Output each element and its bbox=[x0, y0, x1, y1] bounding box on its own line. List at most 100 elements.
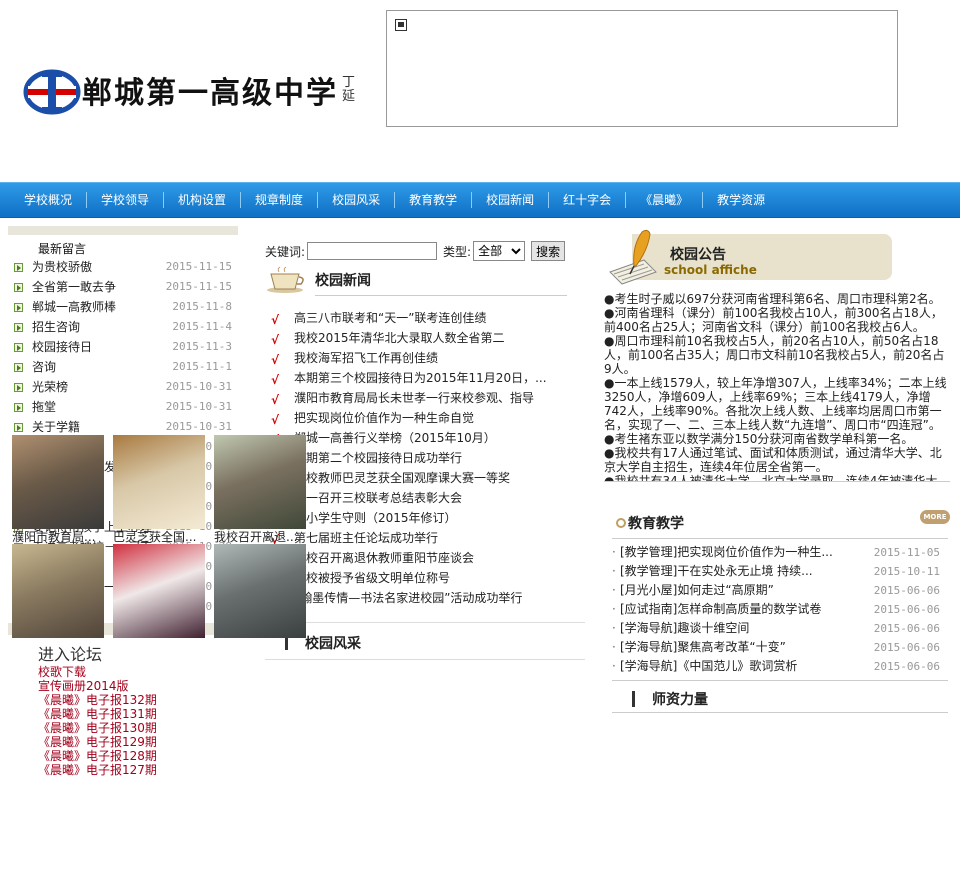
red-check-icon: √ bbox=[271, 393, 280, 407]
tea-cup-icon bbox=[267, 266, 304, 293]
download-link[interactable]: 《晨曦》电子报130期 bbox=[38, 721, 238, 735]
download-link[interactable]: 《晨曦》电子报132期 bbox=[38, 693, 238, 707]
photo-image bbox=[214, 435, 306, 529]
gallery-photo[interactable] bbox=[12, 544, 104, 638]
notice-paragraph: ●考生褚东亚以数学满分150分获河南省数学单科第一名。 bbox=[604, 432, 914, 446]
keyword-label: 关键词: bbox=[265, 244, 306, 259]
news-item[interactable]: √中小学生守则（2015年修订） bbox=[265, 508, 585, 528]
message-item[interactable]: 为贵校骄傲 2015-11-15 bbox=[8, 257, 238, 277]
nav-item[interactable]: 规章制度 bbox=[241, 191, 317, 209]
message-item[interactable]: 郸城一高教师棒 2015-11-8 bbox=[8, 297, 238, 317]
nav-item[interactable]: 教学资源 bbox=[703, 191, 779, 209]
notice-paragraph: ●我校共有17人通过笔试、面试和体质测试，通过清华大学、北京大学自主招生，连续4… bbox=[604, 446, 942, 474]
red-check-icon: √ bbox=[271, 353, 280, 367]
message-item[interactable]: 关于学籍 2015-10-31 bbox=[8, 417, 238, 437]
education-item[interactable]: [学海导航]聚焦高考改革“十变” 2015-06-06 bbox=[612, 638, 948, 657]
download-link[interactable]: 《晨曦》电子报127期 bbox=[38, 763, 238, 777]
photo-image bbox=[12, 544, 104, 638]
banner-flash-placeholder[interactable] bbox=[386, 10, 898, 127]
school-logo[interactable]: 郸城第一高级中学 丁延 bbox=[20, 62, 370, 118]
download-link[interactable]: 《晨曦》电子报129期 bbox=[38, 735, 238, 749]
news-item[interactable]: √ 我校海军招飞工作再创佳绩 bbox=[265, 348, 585, 368]
nav-item[interactable]: 学校领导 bbox=[87, 191, 163, 209]
news-item[interactable]: √我校教师巴灵芝获全国观摩课大赛一等奖 bbox=[265, 468, 585, 488]
news-item[interactable]: √ 本期第三个校园接待日为2015年11月20日，... bbox=[265, 368, 585, 388]
news-title: 本期第二个校园接待日成功举行 bbox=[294, 451, 463, 465]
education-item[interactable]: [学海导航]《中国范儿》歌词赏析 2015-06-06 bbox=[612, 657, 948, 676]
education-item[interactable]: [应试指南]怎样命制高质量的数学试卷 2015-06-06 bbox=[612, 600, 948, 619]
news-item[interactable]: √“翰墨传情—书法名家进校园”活动成功举行 bbox=[265, 588, 585, 608]
nav-item[interactable]: 机构设置 bbox=[164, 191, 240, 209]
photo-caption: 濮阳市教育局... bbox=[12, 530, 96, 544]
message-date: 2015-11-8 bbox=[172, 300, 232, 313]
download-link[interactable]: 《晨曦》电子报128期 bbox=[38, 749, 238, 763]
message-title: 校园接待日 bbox=[32, 340, 93, 354]
more-button[interactable]: MORE bbox=[920, 510, 950, 524]
education-item-date: 2015-06-06 bbox=[873, 641, 940, 654]
news-item[interactable]: √本期第二个校园接待日成功举行 bbox=[265, 448, 585, 468]
education-item[interactable]: [教学管理]把实现岗位价值作为一种生... 2015-11-05 bbox=[612, 543, 948, 562]
nav-item[interactable]: 红十字会 bbox=[549, 191, 625, 209]
news-item[interactable]: √ 濮阳市教育局局长未世孝一行来校参观、指导 bbox=[265, 388, 585, 408]
education-item[interactable]: [教学管理]干在实处永无止境 持续... 2015-10-11 bbox=[612, 562, 948, 581]
gallery-photo[interactable] bbox=[113, 544, 205, 638]
message-item[interactable]: 招生咨询 2015-11-4 bbox=[8, 317, 238, 337]
arrow-bullet-icon bbox=[14, 323, 23, 332]
news-item[interactable]: √ 第七届班主任论坛成功举行 bbox=[265, 528, 585, 548]
news-item[interactable]: √我校被授予省级文明单位称号 bbox=[265, 568, 585, 588]
gallery-photo[interactable]: 濮阳市教育局... bbox=[12, 435, 104, 545]
arrow-bullet-icon bbox=[14, 423, 23, 432]
education-list: [教学管理]把实现岗位价值作为一种生... 2015-11-05 [教学管理]干在实… bbox=[612, 538, 948, 676]
news-title: 把实现岗位价值作为一种生命自觉 bbox=[294, 411, 475, 425]
download-link[interactable]: 《晨曦》电子报131期 bbox=[38, 707, 238, 721]
news-item[interactable]: √我校召开离退休教师重阳节座谈会 bbox=[265, 548, 585, 568]
news-title: 我校2015年清华北大录取人数全省第二 bbox=[294, 331, 505, 345]
news-title: 第七届班主任论坛成功举行 bbox=[294, 531, 439, 545]
education-item-title: [教学管理]干在实处永无止境 持续... bbox=[620, 564, 813, 578]
nav-item[interactable]: 学校概况 bbox=[10, 191, 86, 209]
notice-paragraph: ●周口市理科前10名我校占5人，前20名占10人，前50名占18人，前100名占… bbox=[604, 334, 945, 376]
enter-forum-link[interactable]: 进入论坛 bbox=[8, 635, 238, 665]
nav-item[interactable]: 《晨曦》 bbox=[626, 191, 702, 209]
campus-news-underline bbox=[315, 295, 567, 296]
nav-item[interactable]: 教育教学 bbox=[395, 191, 471, 209]
red-check-icon: √ bbox=[271, 313, 280, 327]
message-item[interactable]: 咨询 2015-11-1 bbox=[8, 357, 238, 377]
message-item[interactable]: 拖堂 2015-10-31 bbox=[8, 397, 238, 417]
education-item[interactable]: [学海导航]趣谈十维空间 2015-06-06 bbox=[612, 619, 948, 638]
message-date: 2015-10-31 bbox=[165, 400, 232, 413]
message-date: 2015-10-31 bbox=[165, 420, 232, 433]
red-check-icon: √ bbox=[271, 373, 280, 387]
arrow-bullet-icon bbox=[14, 283, 23, 292]
gallery-photo[interactable] bbox=[214, 544, 306, 638]
news-item[interactable]: √ 把实现岗位价值作为一种生命自觉 bbox=[265, 408, 585, 428]
gallery-photo[interactable]: 我校召开离退... bbox=[214, 435, 306, 545]
section-dot-icon bbox=[616, 518, 626, 528]
calligraphy-signature: 丁延 bbox=[342, 75, 356, 104]
education-item[interactable]: [月光小屋]如何走过“高原期” 2015-06-06 bbox=[612, 581, 948, 600]
message-title: 全省第一敢去争 bbox=[32, 280, 117, 294]
news-title: 我校召开离退休教师重阳节座谈会 bbox=[294, 551, 475, 565]
news-item[interactable]: √ 高三八市联考和“天一”联考连创佳绩 bbox=[265, 308, 585, 328]
download-link[interactable]: 宣传画册2014版 bbox=[38, 679, 238, 693]
message-item[interactable]: 全省第一敢去争 2015-11-15 bbox=[8, 277, 238, 297]
news-item[interactable]: √高一召开三校联考总结表彰大会 bbox=[265, 488, 585, 508]
nav-item[interactable]: 校园风采 bbox=[318, 191, 394, 209]
nav-item[interactable]: 校园新闻 bbox=[472, 191, 548, 209]
news-title: 高一召开三校联考总结表彰大会 bbox=[294, 491, 463, 505]
download-link[interactable]: 校歌下载 bbox=[38, 665, 238, 679]
school-emblem-icon bbox=[23, 69, 81, 115]
photo-caption: 我校召开离退... bbox=[214, 530, 298, 544]
news-item[interactable]: √ 我校2015年清华北大录取人数全省第二 bbox=[265, 328, 585, 348]
search-button[interactable]: 搜索 bbox=[531, 241, 566, 261]
download-links: 校歌下载 宣传画册2014版 《晨曦》电子报132期 《晨曦》电子报131期 《晨曦》电… bbox=[8, 665, 238, 777]
type-select[interactable]: 全部 bbox=[473, 241, 526, 261]
missing-plugin-icon bbox=[395, 19, 407, 31]
message-title: 为贵校骄傲 bbox=[32, 260, 93, 274]
red-check-icon: √ bbox=[271, 413, 280, 427]
gallery-photo[interactable]: 巴灵芝获全国... bbox=[113, 435, 205, 545]
news-item[interactable]: √郸城一高善行义举榜（2015年10月） bbox=[265, 428, 585, 448]
message-item[interactable]: 校园接待日 2015-11-3 bbox=[8, 337, 238, 357]
keyword-input[interactable] bbox=[307, 242, 438, 260]
message-item[interactable]: 光荣榜 2015-10-31 bbox=[8, 377, 238, 397]
